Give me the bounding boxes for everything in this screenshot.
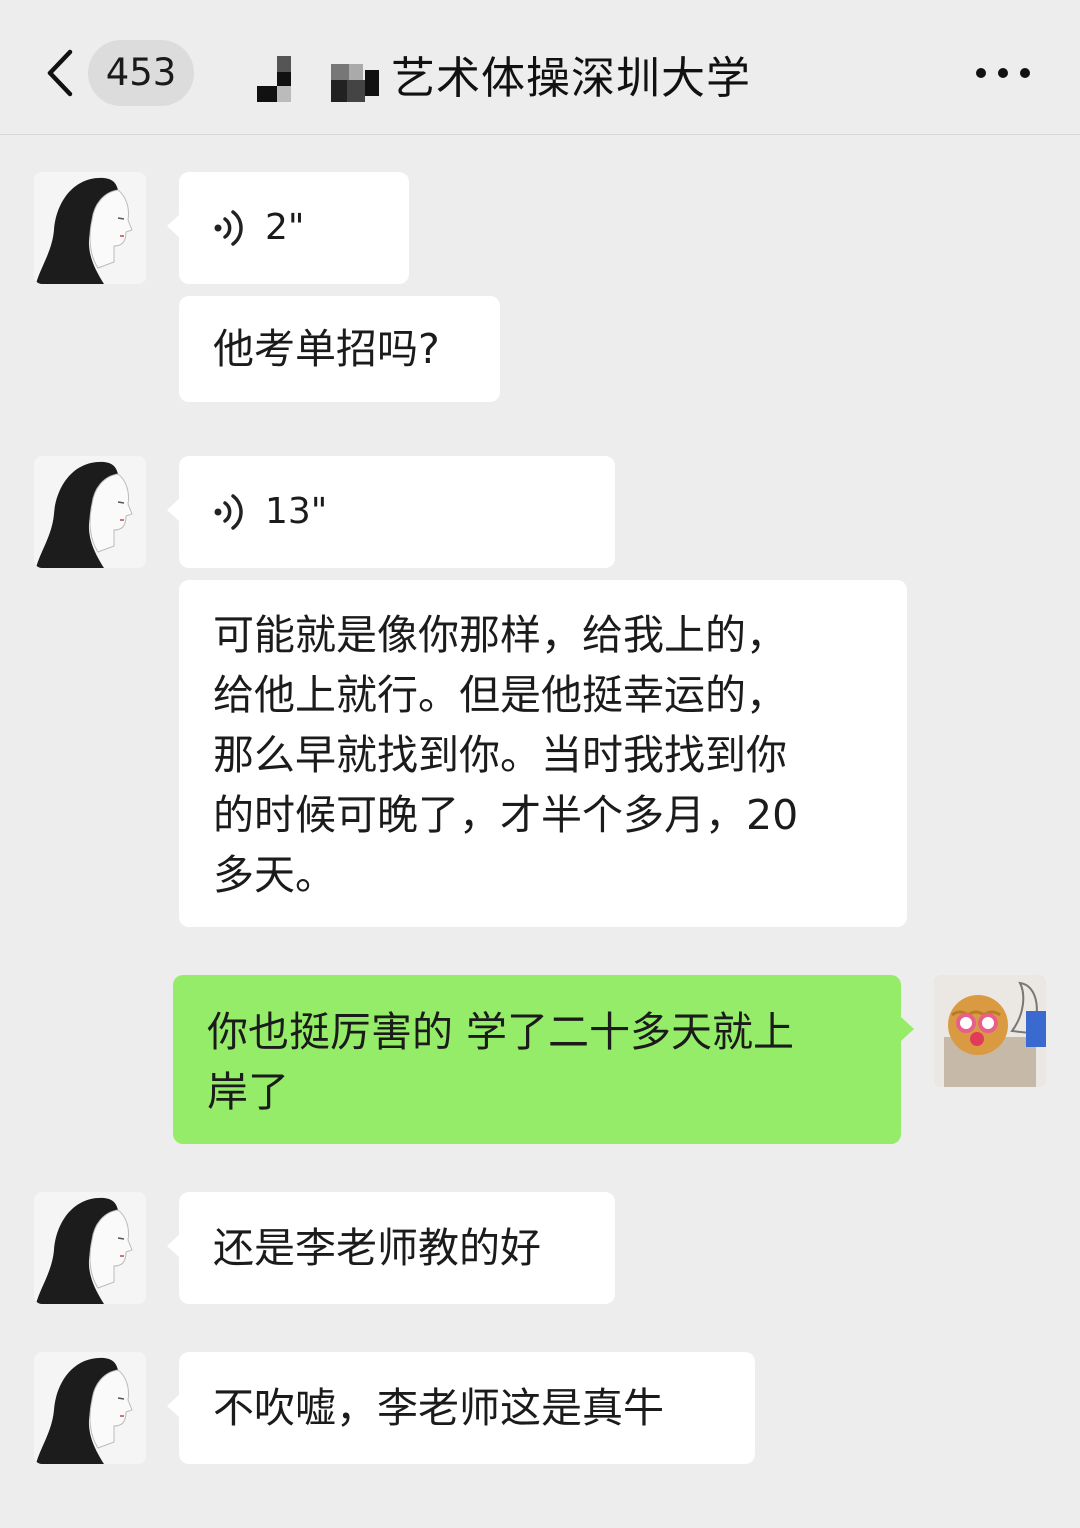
toy-photo-icon bbox=[934, 975, 1046, 1087]
text-message-bubble[interactable]: 可能就是像你那样，给我上的， 给他上就行。但是他挺幸运的， 那么早就找到你。当时… bbox=[179, 580, 907, 927]
contact-avatar[interactable] bbox=[34, 1352, 146, 1464]
text-message-bubble[interactable]: 还是李老师教的好 bbox=[167, 1192, 615, 1304]
redacted-mosaic bbox=[255, 44, 385, 104]
more-options-button[interactable] bbox=[976, 60, 1030, 86]
my-avatar[interactable] bbox=[934, 975, 1046, 1087]
contact-avatar[interactable] bbox=[34, 456, 146, 568]
contact-avatar[interactable] bbox=[34, 1192, 146, 1304]
voice-wave-icon bbox=[214, 494, 243, 530]
message-text: 还是李老师教的好 bbox=[213, 1224, 541, 1272]
message-text: 你也挺厉害的 学了二十多天就上 岸了 bbox=[207, 1008, 795, 1116]
more-horizontal-icon bbox=[976, 68, 986, 78]
my-message-bubble[interactable]: 你也挺厉害的 学了二十多天就上 岸了 bbox=[173, 975, 914, 1144]
text-message-bubble[interactable]: 不吹嘘，李老师这是真牛 bbox=[167, 1352, 755, 1464]
chat-title: 艺术体操深圳大学 bbox=[391, 53, 751, 104]
girl-portrait-icon bbox=[34, 172, 146, 284]
chevron-left-icon bbox=[47, 49, 73, 97]
girl-portrait-icon bbox=[34, 1192, 146, 1304]
chat-title-row: 艺术体操深圳大学 bbox=[255, 44, 751, 104]
unread-count-badge[interactable]: 453 bbox=[88, 40, 194, 106]
voice-duration: 13" bbox=[265, 491, 328, 532]
contact-avatar[interactable] bbox=[34, 172, 146, 284]
message-text: 可能就是像你那样，给我上的， 给他上就行。但是他挺幸运的， 那么早就找到你。当时… bbox=[213, 611, 799, 899]
voice-message-bubble[interactable]: 2" bbox=[167, 172, 409, 284]
chat-header: 453 艺术体操深圳大学 bbox=[0, 0, 1080, 135]
voice-wave-icon bbox=[214, 210, 243, 246]
voice-message-bubble[interactable]: 13" bbox=[167, 456, 615, 568]
text-message-bubble[interactable]: 他考单招吗? bbox=[179, 296, 500, 402]
girl-portrait-icon bbox=[34, 456, 146, 568]
message-text: 不吹嘘，李老师这是真牛 bbox=[213, 1384, 664, 1432]
back-button[interactable] bbox=[40, 48, 80, 98]
voice-duration: 2" bbox=[265, 207, 305, 248]
message-text: 他考单招吗? bbox=[213, 325, 440, 373]
girl-portrait-icon bbox=[34, 1352, 146, 1464]
